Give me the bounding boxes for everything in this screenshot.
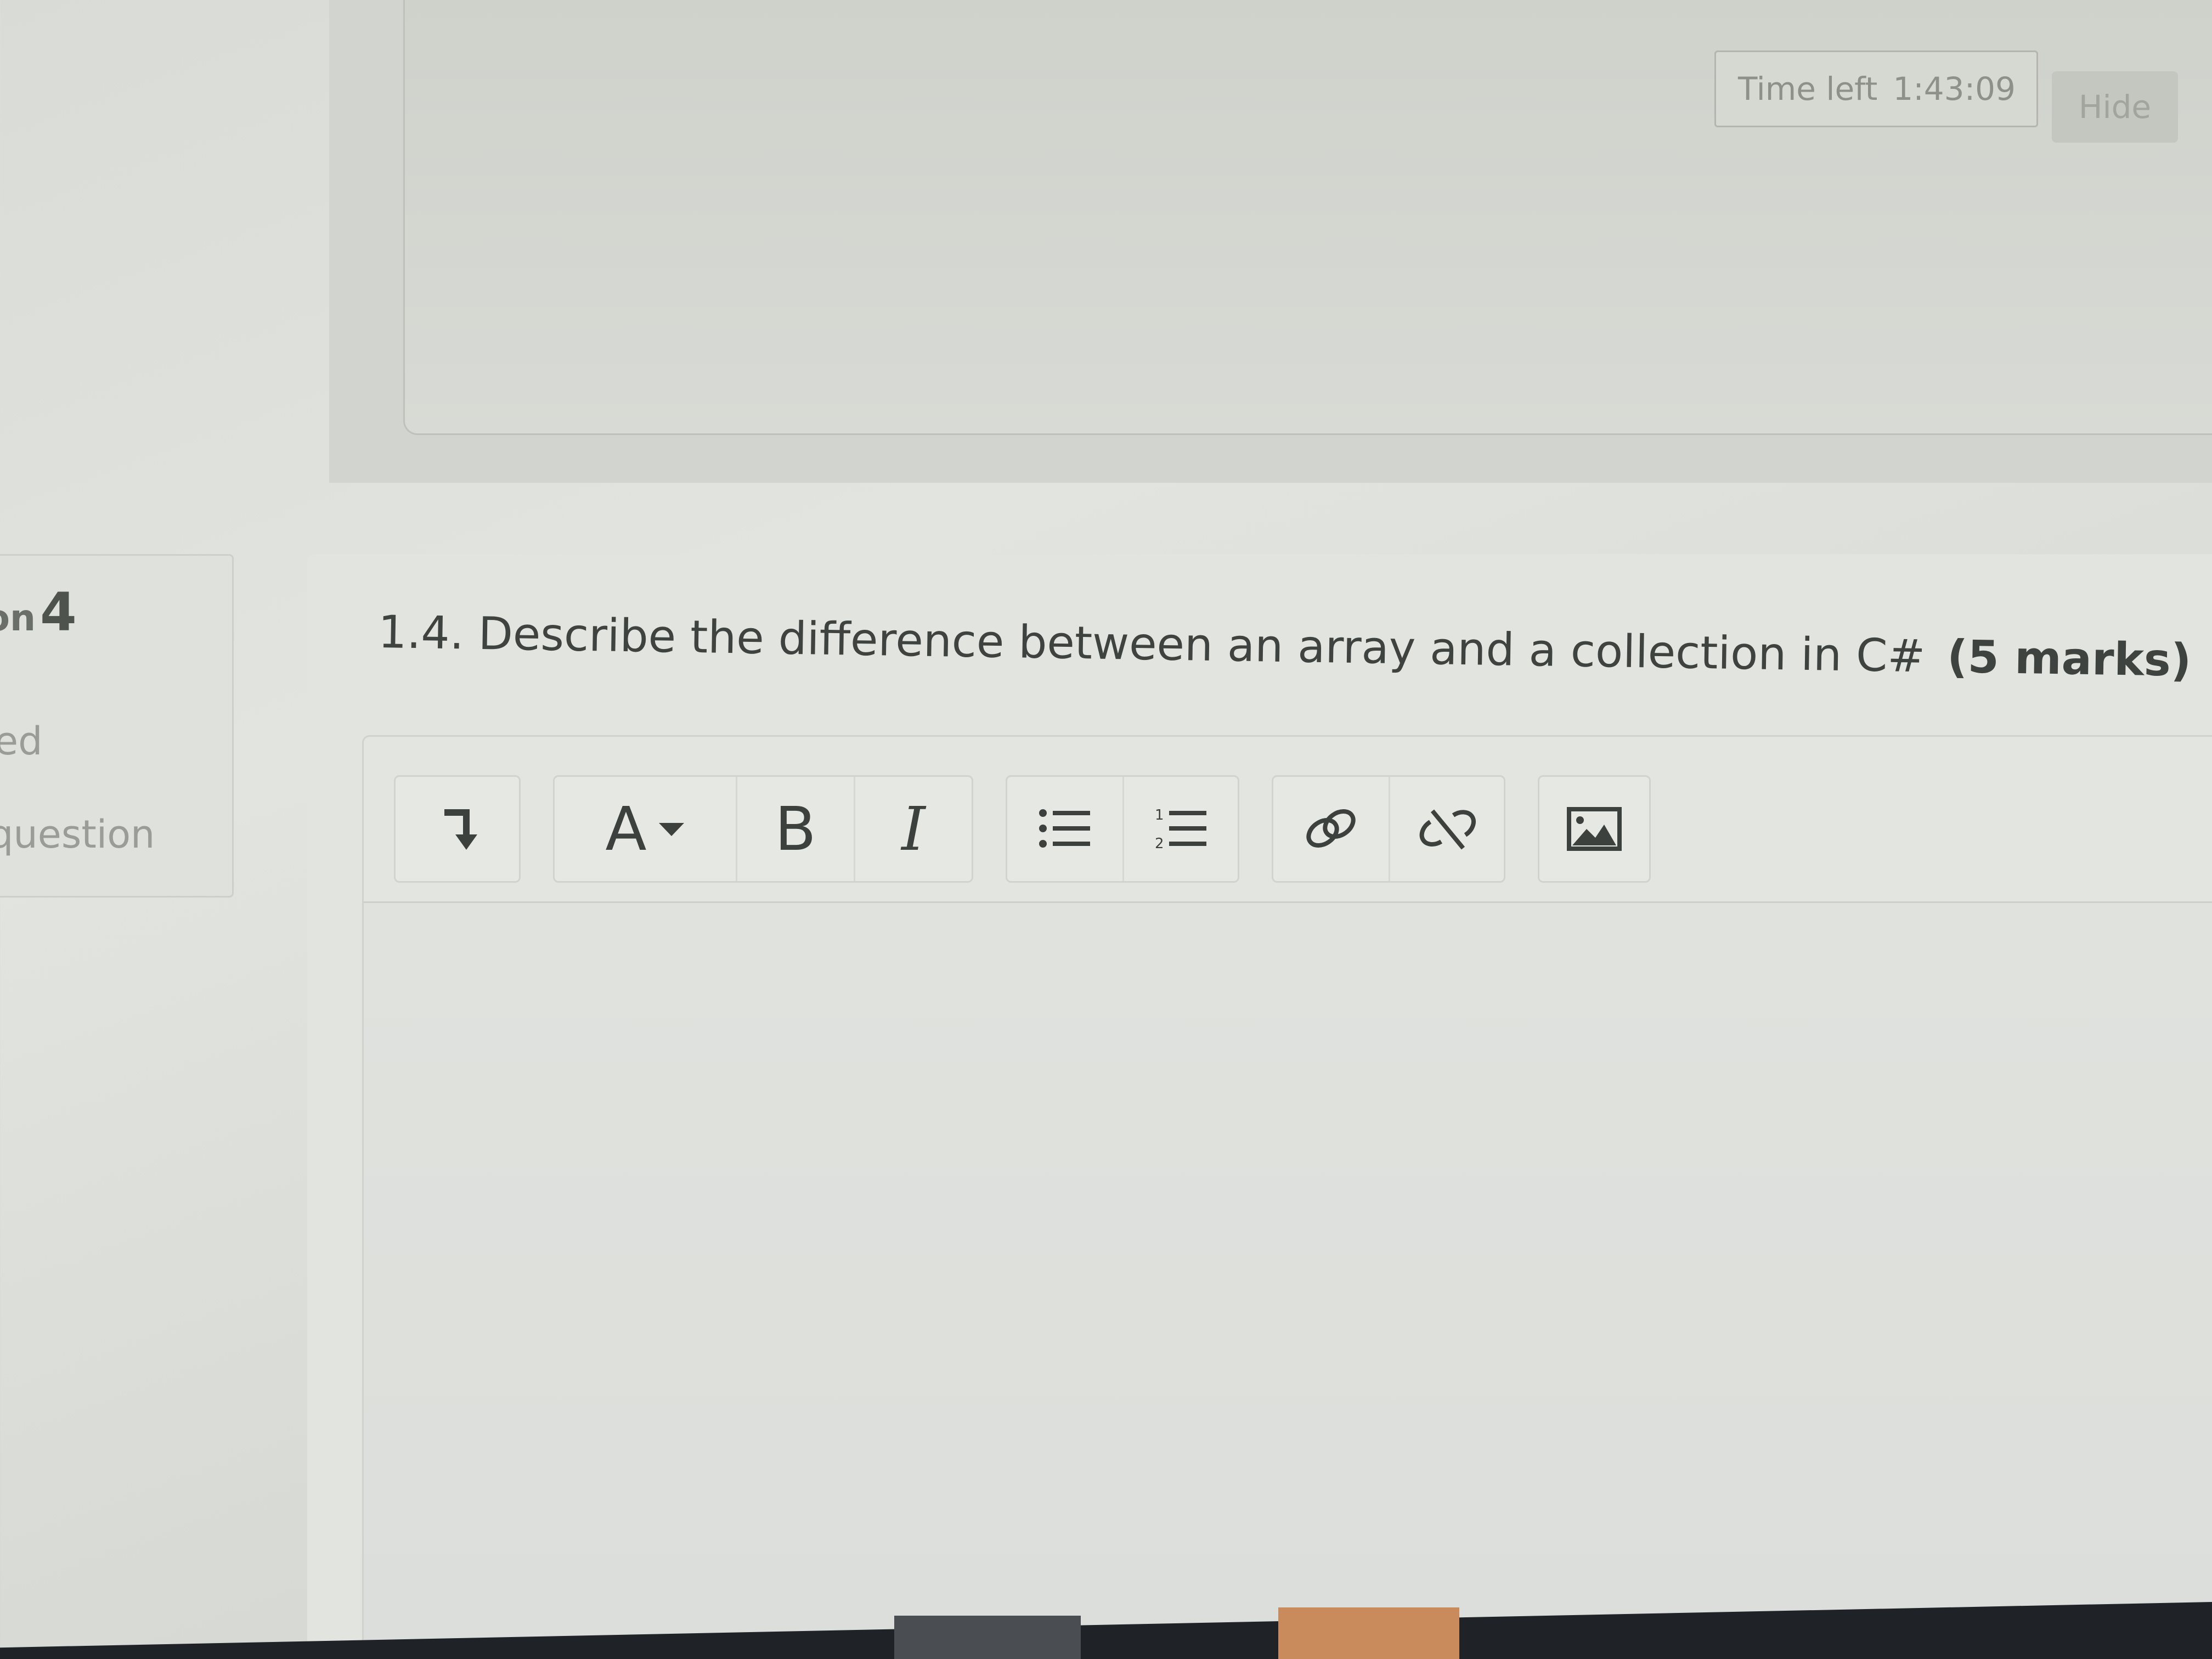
question-status: ed xyxy=(0,719,43,764)
show-more-buttons[interactable] xyxy=(396,777,519,881)
svg-text:2: 2 xyxy=(1155,836,1164,852)
bullet-list-icon xyxy=(1039,809,1090,848)
unordered-list-button[interactable] xyxy=(1007,777,1122,881)
timer-label: Time left xyxy=(1738,70,1878,108)
question-label: ion xyxy=(0,597,36,639)
question-marks: (5 marks) xyxy=(1946,630,2192,687)
paragraph-styles-label: A xyxy=(605,794,647,864)
hide-timer-button[interactable]: Hide xyxy=(2052,71,2178,143)
unlink-button[interactable] xyxy=(1389,777,1504,881)
link-button[interactable] xyxy=(1273,777,1389,881)
toolbar-group-media xyxy=(1538,775,1651,883)
italic-label: I xyxy=(901,794,926,864)
italic-button[interactable]: I xyxy=(854,777,972,881)
paragraph-styles-button[interactable]: A xyxy=(555,777,736,881)
question-number: ion4 xyxy=(0,582,77,643)
svg-text:1: 1 xyxy=(1155,807,1164,823)
taskbar-app-active[interactable] xyxy=(1278,1607,1459,1659)
link-icon xyxy=(1306,809,1356,848)
answer-text-area[interactable] xyxy=(364,903,2212,1659)
image-icon xyxy=(1567,807,1622,851)
expand-down-icon xyxy=(444,809,477,850)
toolbar-group-lists: 1 2 xyxy=(1006,775,1239,883)
ordered-list-button[interactable]: 1 2 xyxy=(1122,777,1238,881)
caret-down-icon xyxy=(658,823,684,836)
answer-editor: A B I 1 2 xyxy=(362,735,2212,1659)
unlink-icon xyxy=(1419,809,1476,850)
insert-image-button[interactable] xyxy=(1539,777,1649,881)
question-number-value: 4 xyxy=(40,582,77,643)
bold-button[interactable]: B xyxy=(736,777,854,881)
editor-toolbar: A B I 1 2 xyxy=(364,737,2212,903)
numbered-list-icon: 1 2 xyxy=(1155,807,1206,852)
flag-question-link[interactable]: question xyxy=(0,812,155,857)
bold-label: B xyxy=(775,794,816,864)
toolbar-group-expand xyxy=(394,775,521,883)
quiz-timer: Time left 1:43:09 xyxy=(1714,50,2038,127)
taskbar-app[interactable] xyxy=(894,1616,1081,1659)
toolbar-group-format: A B I xyxy=(553,775,973,883)
toolbar-group-links xyxy=(1272,775,1505,883)
timer-value: 1:43:09 xyxy=(1893,70,2016,108)
